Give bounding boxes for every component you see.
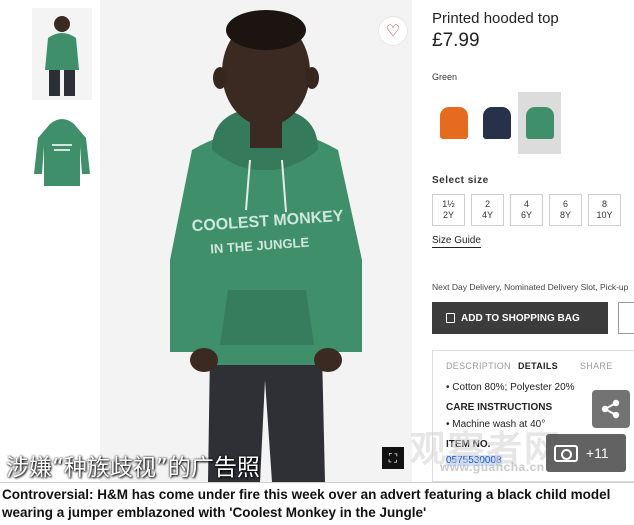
size-label: Select size (432, 175, 489, 186)
hoodie-green-icon (525, 107, 554, 139)
photo-count: +11 (586, 445, 609, 461)
favourite-button[interactable] (618, 302, 634, 334)
thumbnail-model[interactable] (32, 8, 92, 100)
watermark-url: www.guancha.cn (440, 460, 545, 474)
size-options: 1½ 2Y 2 4Y 4 6Y 6 8Y 8 10Y (432, 194, 621, 226)
article-image-frame: COOLEST MONKEY IN THE JUNGLE ♡ ⛶ Printed… (0, 0, 634, 482)
model-illustration: COOLEST MONKEY IN THE JUNGLE (100, 0, 412, 482)
size-age-bottom: 10Y (596, 210, 613, 220)
thumbnail-product-image (34, 119, 90, 186)
main-product-image[interactable]: COOLEST MONKEY IN THE JUNGLE (100, 0, 412, 482)
product-title: Printed hooded top (432, 10, 559, 27)
size-age-top: 6 (562, 199, 568, 209)
thumbnail-product[interactable] (32, 116, 92, 190)
size-age-top: 8 (601, 199, 607, 209)
tab-description[interactable]: DESCRIPTION (433, 351, 518, 381)
bag-icon (446, 313, 455, 323)
care-heading: CARE INSTRUCTIONS (446, 402, 553, 413)
share-button[interactable] (592, 390, 630, 428)
add-to-bag-button[interactable]: ADD TO SHOPPING BAG (432, 302, 608, 334)
hoodie-navy-icon (482, 107, 511, 139)
size-age-bottom: 4Y (481, 210, 493, 220)
size-guide-link[interactable]: Size Guide (432, 235, 481, 248)
size-age-top: 1½ (442, 199, 455, 209)
caption-lead: Controversial: (2, 487, 94, 502)
color-swatches (432, 92, 561, 154)
size-option[interactable]: 4 6Y (510, 194, 543, 226)
size-age-top: 4 (523, 199, 529, 209)
size-age-bottom: 6Y (520, 210, 532, 220)
fullscreen-icon[interactable]: ⛶ (382, 447, 404, 469)
chinese-caption: 涉嫌“种族歧视”的广告照 (6, 455, 260, 481)
swatch-orange[interactable] (432, 92, 475, 154)
product-price: £7.99 (432, 30, 480, 51)
swatch-navy-print[interactable] (475, 92, 518, 154)
hoodie-orange-icon (439, 107, 468, 139)
image-caption: Controversial: H&M has come under fire t… (0, 482, 634, 525)
camera-icon (554, 444, 578, 462)
size-age-bottom: 2Y (442, 210, 454, 220)
share-icon (601, 399, 620, 419)
size-option[interactable]: 6 8Y (549, 194, 582, 226)
details-tabs: DESCRIPTION DETAILS SHARE (433, 351, 634, 381)
size-option[interactable]: 8 10Y (588, 194, 621, 226)
size-option[interactable]: 1½ 2Y (432, 194, 465, 226)
size-option[interactable]: 2 4Y (471, 194, 504, 226)
add-to-bag-label: ADD TO SHOPPING BAG (461, 312, 580, 324)
thumbnail-model-image (32, 8, 92, 100)
size-age-top: 2 (484, 199, 490, 209)
delivery-info: Next Day Delivery, Nominated Delivery Sl… (432, 282, 629, 292)
gallery-button[interactable]: +11 (546, 434, 626, 472)
size-age-bottom: 8Y (559, 210, 571, 220)
heart-icon[interactable]: ♡ (378, 16, 408, 46)
swatch-green[interactable] (518, 92, 561, 154)
color-label: Green (432, 72, 458, 82)
composition-text: • Cotton 80%; Polyester 20% (446, 382, 575, 393)
tab-share[interactable]: SHARE (580, 351, 613, 381)
tab-details[interactable]: DETAILS (518, 351, 580, 381)
caption-text: H&M has come under fire this week over a… (2, 487, 611, 520)
